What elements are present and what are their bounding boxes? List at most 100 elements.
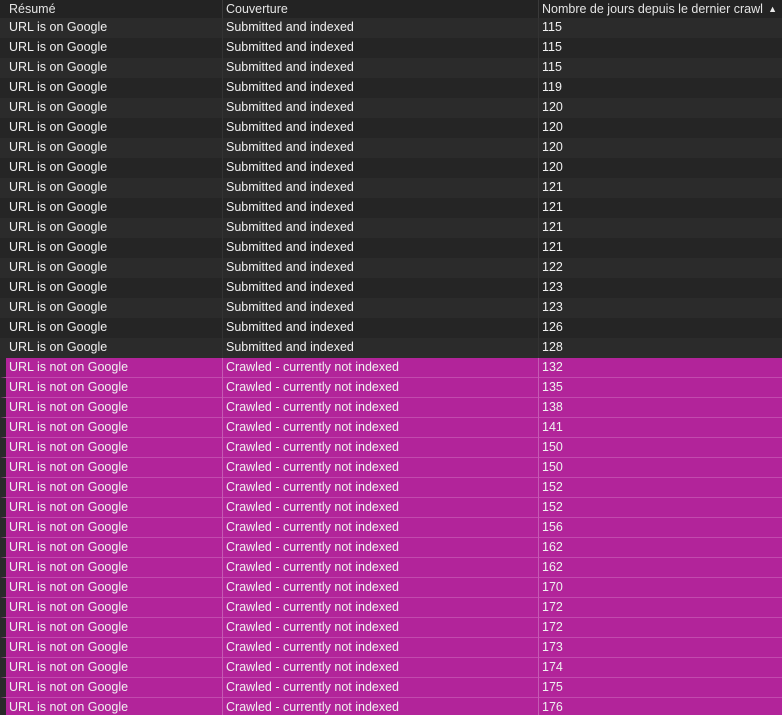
coverage-cell[interactable]: Submitted and indexed	[222, 338, 538, 358]
coverage-cell[interactable]: Submitted and indexed	[222, 218, 538, 238]
days-cell[interactable]: 162	[538, 558, 782, 578]
coverage-cell[interactable]: Crawled - currently not indexed	[222, 498, 538, 518]
table-row[interactable]: URL is not on Google Crawled - currently …	[0, 538, 782, 558]
coverage-cell[interactable]: Crawled - currently not indexed	[222, 478, 538, 498]
table-row[interactable]: URL is not on Google Crawled - currently …	[0, 518, 782, 538]
summary-cell[interactable]: URL is not on Google	[6, 618, 222, 638]
summary-cell[interactable]: URL is not on Google	[6, 438, 222, 458]
table-row[interactable]: URL is on Google Submitted and indexed 123	[0, 298, 782, 318]
table-row[interactable]: URL is not on Google Crawled - currently …	[0, 638, 782, 658]
days-cell[interactable]: 170	[538, 578, 782, 598]
days-cell[interactable]: 123	[538, 298, 782, 318]
days-cell[interactable]: 128	[538, 338, 782, 358]
days-cell[interactable]: 121	[538, 218, 782, 238]
table-row[interactable]: URL is on Google Submitted and indexed 123	[0, 278, 782, 298]
coverage-cell[interactable]: Submitted and indexed	[222, 158, 538, 178]
table-row[interactable]: URL is on Google Submitted and indexed 119	[0, 78, 782, 98]
coverage-cell[interactable]: Submitted and indexed	[222, 278, 538, 298]
days-cell[interactable]: 120	[538, 118, 782, 138]
summary-cell[interactable]: URL is on Google	[0, 138, 222, 158]
coverage-cell[interactable]: Crawled - currently not indexed	[222, 678, 538, 698]
coverage-cell[interactable]: Crawled - currently not indexed	[222, 698, 538, 715]
days-cell[interactable]: 138	[538, 398, 782, 418]
summary-cell[interactable]: URL is not on Google	[6, 518, 222, 538]
summary-cell[interactable]: URL is not on Google	[6, 578, 222, 598]
table-row[interactable]: URL is not on Google Crawled - currently …	[0, 698, 782, 715]
coverage-cell[interactable]: Crawled - currently not indexed	[222, 378, 538, 398]
coverage-cell[interactable]: Crawled - currently not indexed	[222, 638, 538, 658]
coverage-cell[interactable]: Crawled - currently not indexed	[222, 538, 538, 558]
table-row[interactable]: URL is not on Google Crawled - currently …	[0, 558, 782, 578]
summary-cell[interactable]: URL is on Google	[0, 218, 222, 238]
coverage-cell[interactable]: Submitted and indexed	[222, 18, 538, 38]
summary-cell[interactable]: URL is not on Google	[6, 638, 222, 658]
column-header-days-since-crawl[interactable]: Nombre de jours depuis le dernier crawl …	[538, 0, 782, 19]
summary-cell[interactable]: URL is not on Google	[6, 398, 222, 418]
summary-cell[interactable]: URL is not on Google	[6, 478, 222, 498]
coverage-cell[interactable]: Crawled - currently not indexed	[222, 618, 538, 638]
days-cell[interactable]: 150	[538, 438, 782, 458]
days-cell[interactable]: 126	[538, 318, 782, 338]
days-cell[interactable]: 132	[538, 358, 782, 378]
summary-cell[interactable]: URL is on Google	[0, 278, 222, 298]
summary-cell[interactable]: URL is on Google	[0, 258, 222, 278]
summary-cell[interactable]: URL is on Google	[0, 58, 222, 78]
days-cell[interactable]: 150	[538, 458, 782, 478]
column-header-resume[interactable]: Résumé	[0, 0, 222, 19]
summary-cell[interactable]: URL is not on Google	[6, 598, 222, 618]
summary-cell[interactable]: URL is on Google	[0, 98, 222, 118]
table-row[interactable]: URL is on Google Submitted and indexed 128	[0, 338, 782, 358]
coverage-cell[interactable]: Submitted and indexed	[222, 58, 538, 78]
table-row[interactable]: URL is on Google Submitted and indexed 120	[0, 98, 782, 118]
table-row[interactable]: URL is on Google Submitted and indexed 121	[0, 198, 782, 218]
days-cell[interactable]: 172	[538, 598, 782, 618]
days-cell[interactable]: 176	[538, 698, 782, 715]
days-cell[interactable]: 172	[538, 618, 782, 638]
coverage-cell[interactable]: Submitted and indexed	[222, 298, 538, 318]
days-cell[interactable]: 152	[538, 498, 782, 518]
table-row[interactable]: URL is not on Google Crawled - currently …	[0, 418, 782, 438]
coverage-cell[interactable]: Submitted and indexed	[222, 118, 538, 138]
coverage-cell[interactable]: Crawled - currently not indexed	[222, 578, 538, 598]
days-cell[interactable]: 123	[538, 278, 782, 298]
summary-cell[interactable]: URL is on Google	[0, 118, 222, 138]
coverage-cell[interactable]: Crawled - currently not indexed	[222, 438, 538, 458]
table-row[interactable]: URL is on Google Submitted and indexed 115	[0, 38, 782, 58]
coverage-cell[interactable]: Crawled - currently not indexed	[222, 418, 538, 438]
summary-cell[interactable]: URL is on Google	[0, 198, 222, 218]
table-row[interactable]: URL is on Google Submitted and indexed 120	[0, 158, 782, 178]
summary-cell[interactable]: URL is on Google	[0, 318, 222, 338]
table-row[interactable]: URL is not on Google Crawled - currently …	[0, 398, 782, 418]
coverage-cell[interactable]: Submitted and indexed	[222, 178, 538, 198]
table-row[interactable]: URL is not on Google Crawled - currently …	[0, 478, 782, 498]
table-row[interactable]: URL is on Google Submitted and indexed 115	[0, 18, 782, 38]
coverage-cell[interactable]: Crawled - currently not indexed	[222, 518, 538, 538]
table-row[interactable]: URL is on Google Submitted and indexed 115	[0, 58, 782, 78]
summary-cell[interactable]: URL is not on Google	[6, 698, 222, 715]
days-cell[interactable]: 119	[538, 78, 782, 98]
table-row[interactable]: URL is not on Google Crawled - currently …	[0, 378, 782, 398]
table-row[interactable]: URL is on Google Submitted and indexed 120	[0, 118, 782, 138]
days-cell[interactable]: 120	[538, 158, 782, 178]
summary-cell[interactable]: URL is not on Google	[6, 418, 222, 438]
summary-cell[interactable]: URL is on Google	[0, 18, 222, 38]
days-cell[interactable]: 121	[538, 238, 782, 258]
days-cell[interactable]: 115	[538, 58, 782, 78]
coverage-cell[interactable]: Crawled - currently not indexed	[222, 398, 538, 418]
table-row[interactable]: URL is not on Google Crawled - currently …	[0, 618, 782, 638]
table-row[interactable]: URL is on Google Submitted and indexed 121	[0, 218, 782, 238]
table-row[interactable]: URL is not on Google Crawled - currently …	[0, 498, 782, 518]
summary-cell[interactable]: URL is not on Google	[6, 538, 222, 558]
summary-cell[interactable]: URL is not on Google	[6, 358, 222, 378]
days-cell[interactable]: 173	[538, 638, 782, 658]
days-cell[interactable]: 174	[538, 658, 782, 678]
coverage-cell[interactable]: Crawled - currently not indexed	[222, 598, 538, 618]
summary-cell[interactable]: URL is on Google	[0, 158, 222, 178]
summary-cell[interactable]: URL is not on Google	[6, 678, 222, 698]
days-cell[interactable]: 115	[538, 38, 782, 58]
coverage-cell[interactable]: Crawled - currently not indexed	[222, 358, 538, 378]
days-cell[interactable]: 156	[538, 518, 782, 538]
coverage-cell[interactable]: Crawled - currently not indexed	[222, 658, 538, 678]
column-header-couverture[interactable]: Couverture	[222, 0, 538, 19]
table-row[interactable]: URL is not on Google Crawled - currently …	[0, 678, 782, 698]
